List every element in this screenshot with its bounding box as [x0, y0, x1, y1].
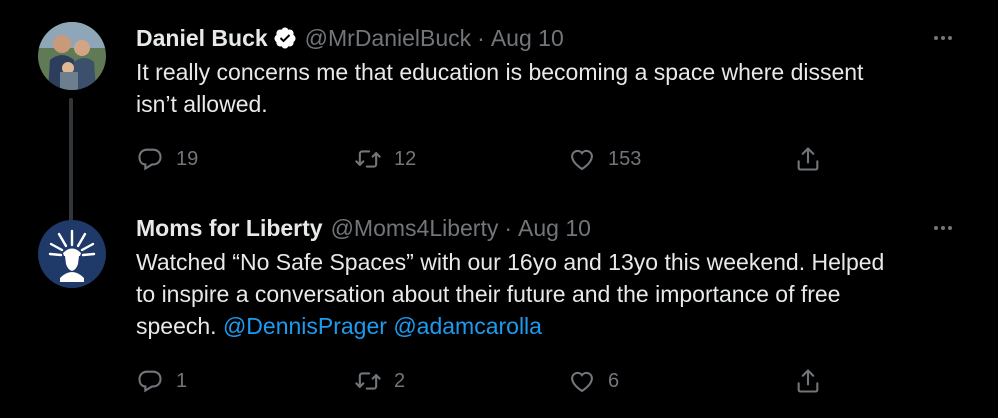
- like-count: 6: [608, 369, 620, 392]
- reply-count: 1: [176, 369, 188, 392]
- separator-dot: ·: [504, 214, 513, 241]
- reply-count: 19: [176, 147, 199, 170]
- reply-icon: [138, 148, 162, 171]
- tweet-content: Daniel Buck @MrDanielBuck · Aug 10 It re…: [136, 22, 958, 171]
- tweet-header: Moms for Liberty @Moms4Liberty · Aug 10: [136, 212, 958, 244]
- retweet-icon: [355, 372, 381, 390]
- like-icon: [571, 371, 593, 393]
- separator-dot: ·: [477, 24, 485, 51]
- retweet-count: 2: [394, 369, 406, 392]
- tweet-date[interactable]: Aug 10: [518, 215, 591, 242]
- author-handle[interactable]: @MrDanielBuck: [305, 25, 472, 52]
- tweet-content: Moms for Liberty @Moms4Liberty · Aug 10 …: [136, 212, 958, 393]
- avatar-moms-for-liberty[interactable]: [38, 220, 106, 288]
- tweet-actions: 1 2 6: [136, 366, 958, 396]
- more-icon[interactable]: [928, 216, 958, 240]
- tweet-text: Watched “No Safe Spaces” with our 16yo a…: [136, 246, 936, 342]
- share-icon: [797, 369, 819, 393]
- tweet-text-prefix: speech.: [136, 313, 223, 339]
- retweet-button[interactable]: 12: [354, 144, 416, 174]
- tweet-moms-for-liberty[interactable]: Moms for Liberty @Moms4Liberty · Aug 10 …: [0, 200, 998, 418]
- tweet-header: Daniel Buck @MrDanielBuck · Aug 10: [136, 22, 958, 54]
- share-icon: [797, 147, 819, 171]
- mention-link[interactable]: @DennisPrager: [223, 313, 387, 339]
- like-count: 153: [608, 147, 642, 170]
- retweet-count: 12: [394, 147, 417, 170]
- author-name[interactable]: Moms for Liberty: [136, 215, 323, 242]
- tweet-text-line: It really concerns me that education is …: [136, 59, 864, 85]
- tweet-date[interactable]: Aug 10: [491, 25, 564, 52]
- tweet-text: It really concerns me that education is …: [136, 56, 936, 120]
- share-button[interactable]: [794, 144, 822, 174]
- share-button[interactable]: [794, 366, 822, 396]
- tweet-actions: 19 12 153: [136, 144, 958, 174]
- retweet-button[interactable]: 2: [354, 366, 405, 396]
- like-icon: [571, 149, 593, 171]
- tweet-text-line: isn’t allowed.: [136, 91, 268, 117]
- tweet-daniel-buck[interactable]: Daniel Buck @MrDanielBuck · Aug 10 It re…: [0, 0, 998, 222]
- more-icon[interactable]: [928, 26, 958, 50]
- reply-icon: [138, 370, 162, 393]
- retweet-icon: [355, 150, 381, 168]
- tweet-text-line: Watched “No Safe Spaces” with our 16yo a…: [136, 249, 885, 275]
- tweet-text-line: to inspire a conversation about their fu…: [136, 281, 841, 307]
- reply-button[interactable]: 1: [136, 366, 187, 396]
- mention-link[interactable]: @adamcarolla: [393, 313, 542, 339]
- avatar-daniel-buck[interactable]: [38, 22, 106, 90]
- verified-badge-icon: [273, 26, 297, 50]
- author-handle[interactable]: @Moms4Liberty: [331, 215, 499, 242]
- like-button[interactable]: 153: [568, 144, 641, 174]
- author-name[interactable]: Daniel Buck: [136, 25, 268, 52]
- reply-button[interactable]: 19: [136, 144, 198, 174]
- like-button[interactable]: 6: [568, 366, 619, 396]
- tweet-text-line: speech. @DennisPrager @adamcarolla: [136, 310, 936, 342]
